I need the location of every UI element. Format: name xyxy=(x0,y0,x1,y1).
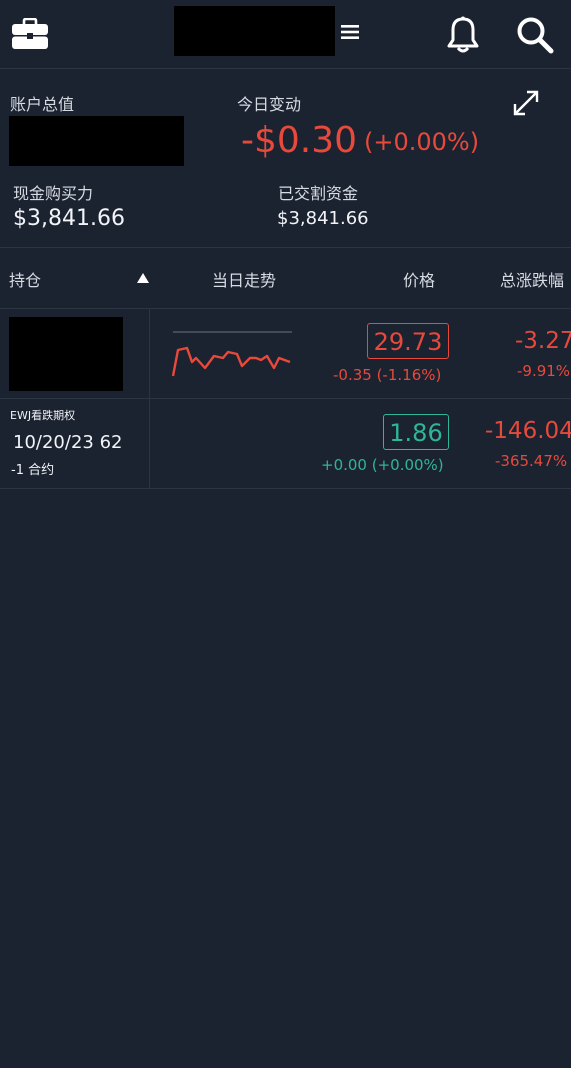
row-divider xyxy=(0,488,571,489)
day-change-value: -$0.30 xyxy=(241,120,358,161)
sort-ascending-icon[interactable] xyxy=(136,272,150,284)
total-change-percent: -365.47% xyxy=(495,452,568,470)
top-bar xyxy=(0,0,571,69)
briefcase-icon[interactable] xyxy=(11,18,49,50)
price-box: 29.73 xyxy=(367,323,449,359)
column-price[interactable]: 价格 xyxy=(403,267,435,291)
price-change: +0.00 (+0.00%) xyxy=(321,456,444,474)
total-change-percent: -9.91% xyxy=(517,362,571,380)
column-intraday[interactable]: 当日走势 xyxy=(212,267,276,291)
hamburger-icon[interactable] xyxy=(341,24,359,40)
redacted-symbol xyxy=(9,317,123,391)
option-expiry-strike: 10/20/23 62 xyxy=(13,432,123,453)
option-quantity: -1 合约 xyxy=(11,463,55,478)
cash-buying-power-value: $3,841.66 xyxy=(13,206,125,231)
expand-icon[interactable] xyxy=(512,89,540,117)
column-divider xyxy=(149,309,150,488)
portfolio-screen: 账户总值 今日变动 -$0.30 (+0.00%) 现金购买力 $3,841.6… xyxy=(0,0,571,1068)
settled-cash-label: 已交割资金 xyxy=(278,184,359,203)
redacted-account-value xyxy=(9,116,184,166)
option-name: EWJ看跌期权 xyxy=(10,409,76,422)
bell-icon[interactable] xyxy=(446,16,480,54)
account-value-label: 账户总值 xyxy=(10,95,75,114)
day-change-percent: (+0.00%) xyxy=(364,128,480,156)
total-change: -146.04 xyxy=(485,418,571,444)
column-total-change[interactable]: 总涨跌幅 xyxy=(500,267,564,291)
row-divider xyxy=(0,398,571,399)
search-icon[interactable] xyxy=(516,16,554,54)
summary-divider xyxy=(0,247,571,248)
column-position[interactable]: 持仓 xyxy=(9,267,41,291)
day-change-label: 今日变动 xyxy=(237,95,302,114)
header-divider xyxy=(0,308,571,309)
settled-cash-value: $3,841.66 xyxy=(277,208,369,229)
price-change: -0.35 (-1.16%) xyxy=(333,366,442,384)
intraday-sparkline xyxy=(171,331,292,377)
price-box: 1.86 xyxy=(383,414,449,450)
cash-buying-power-label: 现金购买力 xyxy=(13,184,94,203)
redacted-account-name xyxy=(174,6,335,56)
total-change: -3.27 xyxy=(515,328,571,354)
